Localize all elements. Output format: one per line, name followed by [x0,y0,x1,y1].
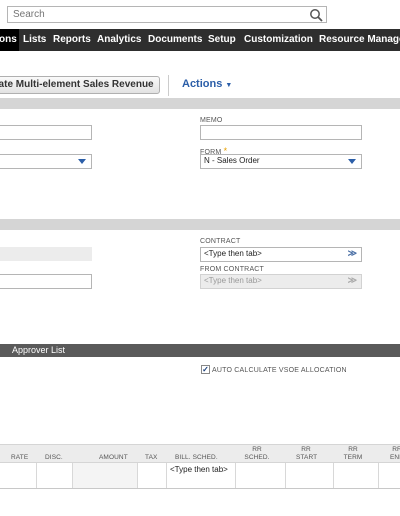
contract-label: CONTRACT [200,238,241,245]
column-divider [166,463,167,488]
from-contract-value: <Type then tab> [204,276,262,285]
column-divider [137,463,138,488]
main-nav: ons Lists Reports Analytics Documents Se… [0,29,400,51]
nav-item-resource-manager[interactable]: Resource Manager [319,29,400,51]
column-header-bill-sched: BILL. SCHED. [175,454,218,461]
contract-value: <Type then tab> [204,249,262,258]
column-header-rr-start: RR START [296,446,318,461]
nav-item-transactions[interactable]: ons [0,29,19,51]
nav-item-lists[interactable]: Lists [23,29,46,51]
amount-cell [73,463,137,488]
global-search [7,6,327,23]
column-divider [72,463,73,488]
approver-list-title: Approver List [12,345,66,355]
memo-label: MEMO [200,117,223,124]
dropdown-arrow-icon [78,159,86,164]
column-divider [235,463,236,488]
form-select[interactable]: N - Sales Order [200,154,362,169]
vsoe-label: AUTO CALCULATE VSOE ALLOCATION [212,367,347,374]
actions-label: Actions [182,78,223,90]
column-header-tax: TAX [145,454,158,461]
bill-sched-input[interactable]: <Type then tab> [170,465,230,475]
column-header-rr-term: RR TERM [343,446,363,461]
nav-item-reports[interactable]: Reports [53,29,91,51]
actions-menu[interactable]: Actions ▼ [182,78,232,90]
nav-item-setup[interactable]: Setup [208,29,236,51]
from-contract-field: <Type then tab> ≫ [200,274,362,289]
form-value: N - Sales Order [204,156,260,165]
nav-item-analytics[interactable]: Analytics [97,29,141,51]
double-chevron-down-icon[interactable]: ≫ [348,248,357,259]
section-header-primary [0,98,400,109]
column-header-rr-end: RR END [389,446,400,461]
column-divider [333,463,334,488]
vsoe-checkbox[interactable]: ✓ [201,365,210,374]
column-header-amount: AMOUNT [99,454,128,461]
left-select[interactable] [0,154,92,169]
approver-list-header[interactable]: Approver List [0,344,400,357]
column-divider [36,463,37,488]
contract-field[interactable]: <Type then tab> ≫ [200,247,362,262]
from-contract-label: FROM CONTRACT [200,266,265,273]
column-header-disc: DISC. [45,454,63,461]
search-input[interactable] [8,7,308,22]
section-header-classification [0,219,400,230]
toolbar-separator [168,75,169,96]
caret-down-icon: ▼ [225,82,233,89]
column-divider [285,463,286,488]
items-table-header: RATE DISC. AMOUNT TAX BILL. SCHED. RR SC… [0,444,400,463]
column-header-rate: RATE [11,454,29,461]
memo-field[interactable] [200,125,362,140]
column-divider [378,463,379,488]
checkmark-icon: ✓ [202,365,209,374]
left-readonly-field [0,247,92,261]
search-icon[interactable] [309,8,323,22]
dropdown-arrow-icon [348,159,356,164]
table-row[interactable]: <Type then tab> [0,463,400,489]
calculate-revenue-button[interactable]: cate Multi-element Sales Revenue [0,76,160,94]
nav-item-customization[interactable]: Customization [244,29,313,51]
column-header-rr-sched: RR SCHED. [244,446,270,461]
double-chevron-down-icon: ≫ [347,275,357,285]
left-text-field-2[interactable] [0,274,92,289]
left-text-field[interactable] [0,125,92,140]
nav-item-documents[interactable]: Documents [148,29,202,51]
